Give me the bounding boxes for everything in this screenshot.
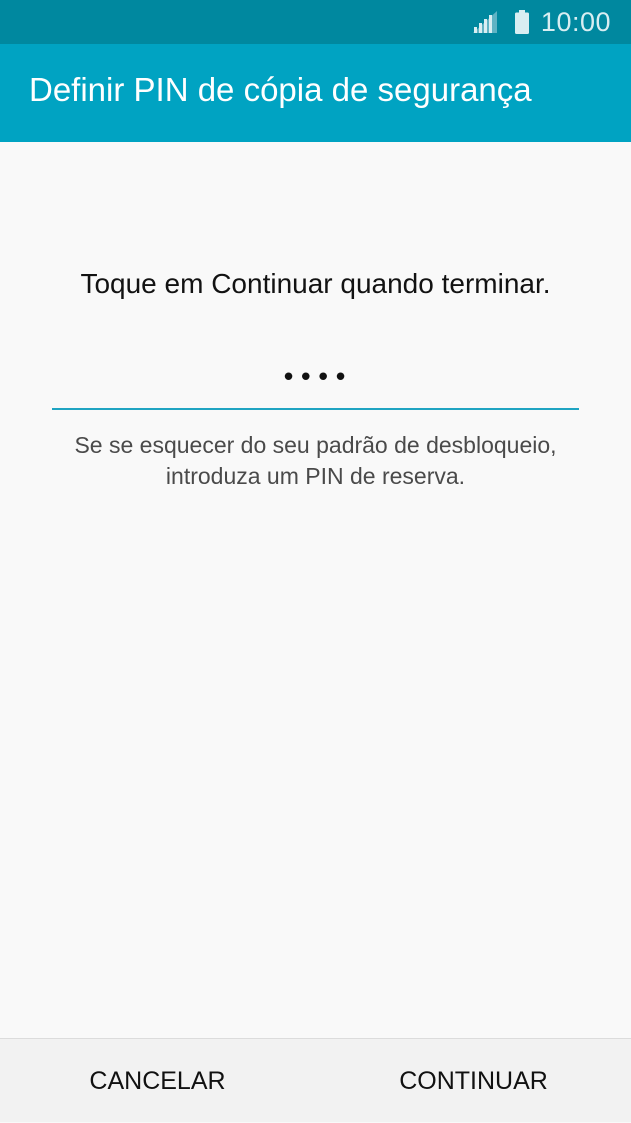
hint-text: Se se esquecer do seu padrão de desbloqu… [74,432,557,489]
bottom-action-bar: CANCELAR CONTINUAR [0,1038,631,1122]
status-clock: 10:00 [540,6,611,37]
app-bar: Definir PIN de cópia de segurança [0,44,631,142]
status-icons: 10:00 [472,0,611,44]
pin-field[interactable] [52,350,579,410]
instruction-text: Toque em Continuar quando terminar. [80,268,551,299]
continue-button[interactable]: CONTINUAR [316,1039,631,1123]
cancel-button[interactable]: CANCELAR [0,1039,315,1123]
signal-icon [472,11,497,33]
status-bar: 10:00 [0,0,631,44]
battery-icon [514,10,529,34]
pin-input[interactable] [52,350,579,406]
page-title: Definir PIN de cópia de segurança [29,71,532,108]
